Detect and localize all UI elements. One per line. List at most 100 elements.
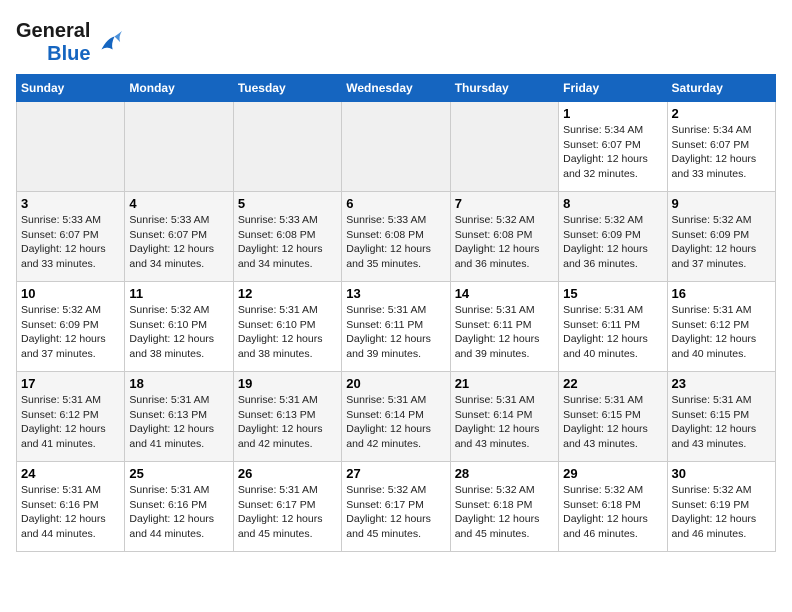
day-info: Sunrise: 5:32 AM Sunset: 6:08 PM Dayligh… <box>455 213 554 272</box>
day-info: Sunrise: 5:31 AM Sunset: 6:10 PM Dayligh… <box>238 303 337 362</box>
week-row: 1 Sunrise: 5:34 AM Sunset: 6:07 PM Daylig… <box>17 102 776 192</box>
logo-bird-icon <box>94 29 122 57</box>
day-info: Sunrise: 5:31 AM Sunset: 6:14 PM Dayligh… <box>455 393 554 452</box>
week-row: 24 Sunrise: 5:31 AM Sunset: 6:16 PM Dayli… <box>17 462 776 552</box>
calendar-cell: 28 Sunrise: 5:32 AM Sunset: 6:18 PM Dayli… <box>450 462 558 552</box>
calendar-cell: 16 Sunrise: 5:31 AM Sunset: 6:12 PM Dayli… <box>667 282 775 372</box>
calendar-cell: 3 Sunrise: 5:33 AM Sunset: 6:07 PM Daylig… <box>17 192 125 282</box>
day-number: 9 <box>672 196 771 211</box>
day-info: Sunrise: 5:33 AM Sunset: 6:08 PM Dayligh… <box>238 213 337 272</box>
day-info: Sunrise: 5:34 AM Sunset: 6:07 PM Dayligh… <box>672 123 771 182</box>
day-number: 15 <box>563 286 662 301</box>
calendar-cell <box>342 102 450 192</box>
calendar-cell: 4Sunrise: 5:33 AM Sunset: 6:07 PM Daylig… <box>125 192 233 282</box>
calendar-cell: 21Sunrise: 5:31 AM Sunset: 6:14 PM Dayli… <box>450 372 558 462</box>
day-number: 10 <box>21 286 120 301</box>
calendar-cell: 15 Sunrise: 5:31 AM Sunset: 6:11 PM Dayli… <box>559 282 667 372</box>
calendar-cell: 1 Sunrise: 5:34 AM Sunset: 6:07 PM Daylig… <box>559 102 667 192</box>
day-number: 18 <box>129 376 228 391</box>
week-row: 3 Sunrise: 5:33 AM Sunset: 6:07 PM Daylig… <box>17 192 776 282</box>
day-of-week-header: Tuesday <box>233 75 341 102</box>
day-of-week-header: Sunday <box>17 75 125 102</box>
calendar-cell <box>233 102 341 192</box>
calendar-cell: 14 Sunrise: 5:31 AM Sunset: 6:11 PM Dayli… <box>450 282 558 372</box>
day-number: 3 <box>21 196 120 211</box>
day-number: 2 <box>672 106 771 121</box>
day-number: 1 <box>563 106 662 121</box>
day-info: Sunrise: 5:31 AM Sunset: 6:15 PM Dayligh… <box>563 393 662 452</box>
calendar-cell <box>17 102 125 192</box>
calendar-cell: 19 Sunrise: 5:31 AM Sunset: 6:13 PM Dayli… <box>233 372 341 462</box>
day-number: 17 <box>21 376 120 391</box>
day-number: 12 <box>238 286 337 301</box>
day-info: Sunrise: 5:31 AM Sunset: 6:13 PM Dayligh… <box>129 393 228 452</box>
calendar-cell: 17 Sunrise: 5:31 AM Sunset: 6:12 PM Dayli… <box>17 372 125 462</box>
day-number: 25 <box>129 466 228 481</box>
calendar-cell: 9 Sunrise: 5:32 AM Sunset: 6:09 PM Daylig… <box>667 192 775 282</box>
day-info: Sunrise: 5:32 AM Sunset: 6:19 PM Dayligh… <box>672 483 771 542</box>
week-row: 10 Sunrise: 5:32 AM Sunset: 6:09 PM Dayli… <box>17 282 776 372</box>
week-row: 17 Sunrise: 5:31 AM Sunset: 6:12 PM Dayli… <box>17 372 776 462</box>
calendar-cell: 20Sunrise: 5:31 AM Sunset: 6:14 PM Dayli… <box>342 372 450 462</box>
day-number: 26 <box>238 466 337 481</box>
day-number: 28 <box>455 466 554 481</box>
day-info: Sunrise: 5:33 AM Sunset: 6:07 PM Dayligh… <box>21 213 120 272</box>
calendar-cell: 10 Sunrise: 5:32 AM Sunset: 6:09 PM Dayli… <box>17 282 125 372</box>
calendar-cell: 11Sunrise: 5:32 AM Sunset: 6:10 PM Dayli… <box>125 282 233 372</box>
header: General Blue <box>16 16 776 66</box>
day-info: Sunrise: 5:31 AM Sunset: 6:12 PM Dayligh… <box>672 303 771 362</box>
day-info: Sunrise: 5:31 AM Sunset: 6:11 PM Dayligh… <box>563 303 662 362</box>
day-info: Sunrise: 5:31 AM Sunset: 6:16 PM Dayligh… <box>21 483 120 542</box>
calendar-cell: 27 Sunrise: 5:32 AM Sunset: 6:17 PM Dayli… <box>342 462 450 552</box>
day-info: Sunrise: 5:32 AM Sunset: 6:18 PM Dayligh… <box>455 483 554 542</box>
day-number: 5 <box>238 196 337 211</box>
calendar-header-row: SundayMondayTuesdayWednesdayThursdayFrid… <box>17 75 776 102</box>
day-number: 27 <box>346 466 445 481</box>
calendar-cell: 5 Sunrise: 5:33 AM Sunset: 6:08 PM Daylig… <box>233 192 341 282</box>
day-number: 4 <box>129 196 228 211</box>
day-number: 19 <box>238 376 337 391</box>
day-number: 16 <box>672 286 771 301</box>
calendar-cell: 23Sunrise: 5:31 AM Sunset: 6:15 PM Dayli… <box>667 372 775 462</box>
day-number: 13 <box>346 286 445 301</box>
calendar-cell <box>125 102 233 192</box>
day-info: Sunrise: 5:32 AM Sunset: 6:18 PM Dayligh… <box>563 483 662 542</box>
day-number: 6 <box>346 196 445 211</box>
logo-general-text: General <box>16 20 90 43</box>
day-info: Sunrise: 5:31 AM Sunset: 6:16 PM Dayligh… <box>129 483 228 542</box>
calendar-cell: 2 Sunrise: 5:34 AM Sunset: 6:07 PM Daylig… <box>667 102 775 192</box>
logo-inner: General Blue <box>16 20 122 66</box>
day-number: 14 <box>455 286 554 301</box>
day-of-week-header: Wednesday <box>342 75 450 102</box>
day-info: Sunrise: 5:31 AM Sunset: 6:12 PM Dayligh… <box>21 393 120 452</box>
calendar-cell: 26Sunrise: 5:31 AM Sunset: 6:17 PM Dayli… <box>233 462 341 552</box>
calendar-cell: 13 Sunrise: 5:31 AM Sunset: 6:11 PM Dayli… <box>342 282 450 372</box>
calendar-cell: 22Sunrise: 5:31 AM Sunset: 6:15 PM Dayli… <box>559 372 667 462</box>
day-info: Sunrise: 5:32 AM Sunset: 6:09 PM Dayligh… <box>21 303 120 362</box>
day-number: 23 <box>672 376 771 391</box>
day-of-week-header: Saturday <box>667 75 775 102</box>
calendar-cell: 6 Sunrise: 5:33 AM Sunset: 6:08 PM Daylig… <box>342 192 450 282</box>
logo: General Blue <box>16 16 122 66</box>
logo-blue-text: Blue <box>47 43 90 66</box>
calendar-cell: 24 Sunrise: 5:31 AM Sunset: 6:16 PM Dayli… <box>17 462 125 552</box>
calendar-cell: 12 Sunrise: 5:31 AM Sunset: 6:10 PM Dayli… <box>233 282 341 372</box>
day-number: 30 <box>672 466 771 481</box>
day-number: 7 <box>455 196 554 211</box>
day-info: Sunrise: 5:31 AM Sunset: 6:11 PM Dayligh… <box>346 303 445 362</box>
day-info: Sunrise: 5:33 AM Sunset: 6:08 PM Dayligh… <box>346 213 445 272</box>
day-number: 29 <box>563 466 662 481</box>
day-info: Sunrise: 5:31 AM Sunset: 6:11 PM Dayligh… <box>455 303 554 362</box>
calendar-cell: 30 Sunrise: 5:32 AM Sunset: 6:19 PM Dayli… <box>667 462 775 552</box>
day-number: 24 <box>21 466 120 481</box>
day-of-week-header: Monday <box>125 75 233 102</box>
day-info: Sunrise: 5:31 AM Sunset: 6:13 PM Dayligh… <box>238 393 337 452</box>
calendar: SundayMondayTuesdayWednesdayThursdayFrid… <box>16 74 776 552</box>
calendar-cell: 7 Sunrise: 5:32 AM Sunset: 6:08 PM Daylig… <box>450 192 558 282</box>
day-info: Sunrise: 5:32 AM Sunset: 6:17 PM Dayligh… <box>346 483 445 542</box>
day-info: Sunrise: 5:32 AM Sunset: 6:10 PM Dayligh… <box>129 303 228 362</box>
day-info: Sunrise: 5:34 AM Sunset: 6:07 PM Dayligh… <box>563 123 662 182</box>
calendar-cell: 29 Sunrise: 5:32 AM Sunset: 6:18 PM Dayli… <box>559 462 667 552</box>
day-info: Sunrise: 5:32 AM Sunset: 6:09 PM Dayligh… <box>672 213 771 272</box>
day-of-week-header: Thursday <box>450 75 558 102</box>
